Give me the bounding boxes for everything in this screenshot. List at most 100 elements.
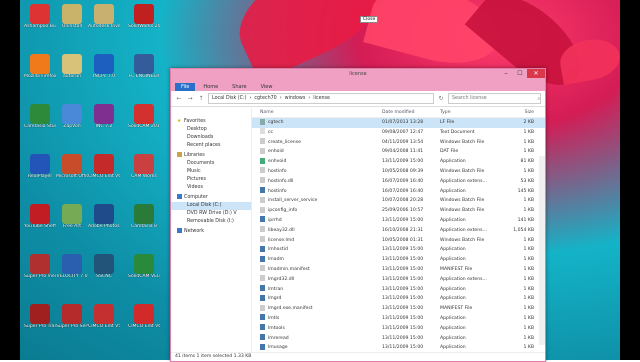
- nav-libraries[interactable]: Libraries: [171, 152, 251, 160]
- desktop-icon[interactable]: ZapVon: [56, 104, 88, 130]
- file-row[interactable]: license.lmd 10/05/2008 01:31 Windows Batch…: [252, 236, 545, 246]
- column-type[interactable]: Type: [440, 108, 500, 117]
- desktop-icon[interactable]: CIMCO Edit V6: [88, 154, 120, 180]
- refresh-icon[interactable]: ↻: [437, 95, 445, 103]
- file-row[interactable]: lmgrd.exe.manifest 13/11/2009 15:00 MANIFE…: [252, 304, 545, 314]
- file-row[interactable]: create_license 04/11/2009 13:54 Windows Ba…: [252, 138, 545, 148]
- close-button[interactable]: ✕: [527, 69, 545, 78]
- file-type: Windows Batch File: [440, 139, 485, 145]
- file-type: Application: [440, 315, 466, 321]
- desktop-icon[interactable]: Camtasia 8: [128, 204, 160, 230]
- nav-item-removable-disk[interactable]: Removable Disk (I:): [171, 218, 251, 226]
- desktop-icon[interactable]: CAM Works: [128, 154, 160, 180]
- file-row[interactable]: cc 09/08/2007 12:47 Text Document 1 KB: [252, 128, 545, 138]
- nav-item-desktop[interactable]: Desktop: [171, 126, 251, 134]
- file-row[interactable]: enhvoid 13/11/2009 15:00 Application 81 KB: [252, 157, 545, 167]
- nav-item-downloads[interactable]: Downloads: [171, 134, 251, 142]
- file-row[interactable]: iprrhd 13/11/2009 15:00 Application 141 KB: [252, 216, 545, 226]
- nav-item-videos[interactable]: Videos: [171, 184, 251, 192]
- desktop-icon[interactable]: VELOCITY 7.0: [56, 254, 88, 280]
- address-bar[interactable]: Local Disk (C:) › cgtech70 › windows › lice…: [208, 93, 434, 104]
- tab-view[interactable]: View: [255, 83, 279, 91]
- file-row[interactable]: lmtls 13/11/2009 15:00 Application 1 KB: [252, 314, 545, 324]
- nav-item-local-disk[interactable]: Local Disk (C:): [171, 202, 251, 210]
- file-row[interactable]: hostinfo 16/07/2009 16:40 Application 145 K…: [252, 187, 545, 197]
- nav-item-dvd-drive[interactable]: DVD RW Drive (D:) V: [171, 210, 251, 218]
- desktop-icon-label: FC ENGINEER: [128, 74, 160, 79]
- nav-item-documents[interactable]: Documents: [171, 160, 251, 168]
- ribbon-tabs: File Home Share View: [171, 80, 545, 91]
- desktop-icon[interactable]: SolidCAM VELOCITY: [128, 254, 160, 280]
- desktop-icon[interactable]: SSCNC: [88, 254, 120, 280]
- maximize-button[interactable]: ☐: [513, 69, 527, 78]
- breadcrumb-windows[interactable]: windows: [285, 96, 306, 101]
- desktop-icon[interactable]: FC ENGINEER: [128, 54, 160, 80]
- desktop-icon[interactable]: INC 7.2: [88, 104, 120, 130]
- file-icon: [260, 138, 265, 145]
- desktop-icon[interactable]: Uninstall: [56, 4, 88, 30]
- forward-arrow-icon[interactable]: →: [186, 95, 194, 103]
- desktop-icon[interactable]: Super Pro Server: [56, 304, 88, 330]
- desktop-icon[interactable]: Camtasia Studio 7: [24, 104, 56, 130]
- file-type: Application: [440, 217, 466, 223]
- file-row[interactable]: lmadmin.manifest 13/11/2009 15:00 MANIFEST…: [252, 265, 545, 275]
- nav-favorites[interactable]: ★ Favorites: [171, 118, 251, 126]
- file-row[interactable]: lmtools 13/11/2009 15:00 Application 1 KB: [252, 324, 545, 334]
- app-icon: [134, 104, 154, 124]
- nav-item-pictures[interactable]: Pictures: [171, 176, 251, 184]
- file-icon: [260, 147, 265, 154]
- breadcrumb-license[interactable]: license: [313, 96, 330, 101]
- desktop-icon[interactable]: SolidWorks 2013: [128, 4, 160, 30]
- file-row[interactable]: lmreread 13/11/2009 15:00 Application 1 KB: [252, 334, 545, 344]
- file-row[interactable]: lmtran 13/11/2009 15:00 Application 1 KB: [252, 285, 545, 295]
- title-bar[interactable]: license ‒ ☐ ✕: [171, 69, 545, 80]
- tab-share[interactable]: Share: [226, 83, 252, 91]
- desktop-icon[interactable]: Adobe Photoshop: [88, 204, 120, 230]
- desktop-icon[interactable]: CIMCO Edit V6: [128, 304, 160, 330]
- column-name[interactable]: Name: [252, 108, 382, 117]
- tab-file[interactable]: File: [175, 83, 196, 91]
- search-input[interactable]: Search license ⌕: [448, 93, 541, 104]
- desktop-icon[interactable]: SolidCAM 2013: [128, 104, 160, 130]
- breadcrumb-local-disk[interactable]: Local Disk (C:): [212, 96, 247, 101]
- desktop-icon[interactable]: Autodesk Inventor Pr...: [88, 4, 120, 30]
- minimize-button[interactable]: ‒: [499, 69, 513, 78]
- desktop-icon[interactable]: autorun: [56, 54, 88, 80]
- file-row[interactable]: hostinfo 10/05/2008 09:39 Windows Batch Fi…: [252, 167, 545, 177]
- desktop-icon[interactable]: Super Pro Viewer: [24, 254, 56, 280]
- desktop-icon[interactable]: Mozilla Firefox: [24, 54, 56, 80]
- file-icon: [260, 275, 265, 282]
- desktop-icon[interactable]: INCPc 7.0: [88, 54, 120, 80]
- file-name: lmreread: [252, 334, 382, 344]
- column-date[interactable]: Date modified: [382, 108, 440, 117]
- tab-home[interactable]: Home: [197, 83, 224, 91]
- back-arrow-icon[interactable]: ←: [175, 95, 183, 103]
- nav-network[interactable]: Network: [171, 228, 251, 236]
- desktop-icon[interactable]: Ashampoo Burning: [24, 4, 56, 30]
- desktop-icon[interactable]: Super Pro Transmitter: [24, 304, 56, 330]
- desktop-icon-label: INCPc 7.0: [92, 74, 116, 79]
- file-row[interactable]: lmgrd32.dll 13/11/2009 15:00 Application e…: [252, 275, 545, 285]
- desktop-icon[interactable]: CIMCO Edit V5: [88, 304, 120, 330]
- file-row[interactable]: ipconfig_info 25/09/2006 10:57 Windows Bat…: [252, 206, 545, 216]
- column-size[interactable]: Size: [500, 108, 534, 117]
- file-row[interactable]: hostinfo.dll 16/07/2009 16:40 Application …: [252, 177, 545, 187]
- nav-computer[interactable]: Computer: [171, 194, 251, 202]
- desktop-icon[interactable]: RealPlayer: [24, 154, 56, 180]
- file-row[interactable]: enhoid 09/04/2008 11:41 DAT File 1 KB: [252, 147, 545, 157]
- file-row[interactable]: lmgrd 13/11/2009 15:00 Application 1 KB: [252, 294, 545, 304]
- nav-item-recent[interactable]: Recent places: [171, 142, 251, 150]
- file-row[interactable]: lmhostid 13/11/2009 15:00 Application 1 KB: [252, 245, 545, 255]
- desktop-icon[interactable]: Free Art: [56, 204, 88, 230]
- up-arrow-icon[interactable]: ↑: [197, 95, 205, 103]
- file-row[interactable]: install_server_service 10/07/2008 20:28 Wi…: [252, 196, 545, 206]
- breadcrumb-cgtech70[interactable]: cgtech70: [254, 96, 276, 101]
- file-row[interactable]: libeay32.dll 16/10/2008 21:31 Application …: [252, 226, 545, 236]
- vertical-scrollbar[interactable]: [539, 156, 545, 345]
- desktop-icon[interactable]: YouTube Sheffield: [24, 204, 56, 230]
- desktop-icon[interactable]: Microsoft Office Po...: [56, 154, 88, 180]
- file-row[interactable]: cgtech 01/07/2013 13:28 LF File 2 KB: [252, 118, 545, 128]
- file-type: LF File: [440, 120, 455, 125]
- file-row[interactable]: lmadm 13/11/2009 15:00 Application 1 KB: [252, 255, 545, 265]
- nav-item-music[interactable]: Music: [171, 168, 251, 176]
